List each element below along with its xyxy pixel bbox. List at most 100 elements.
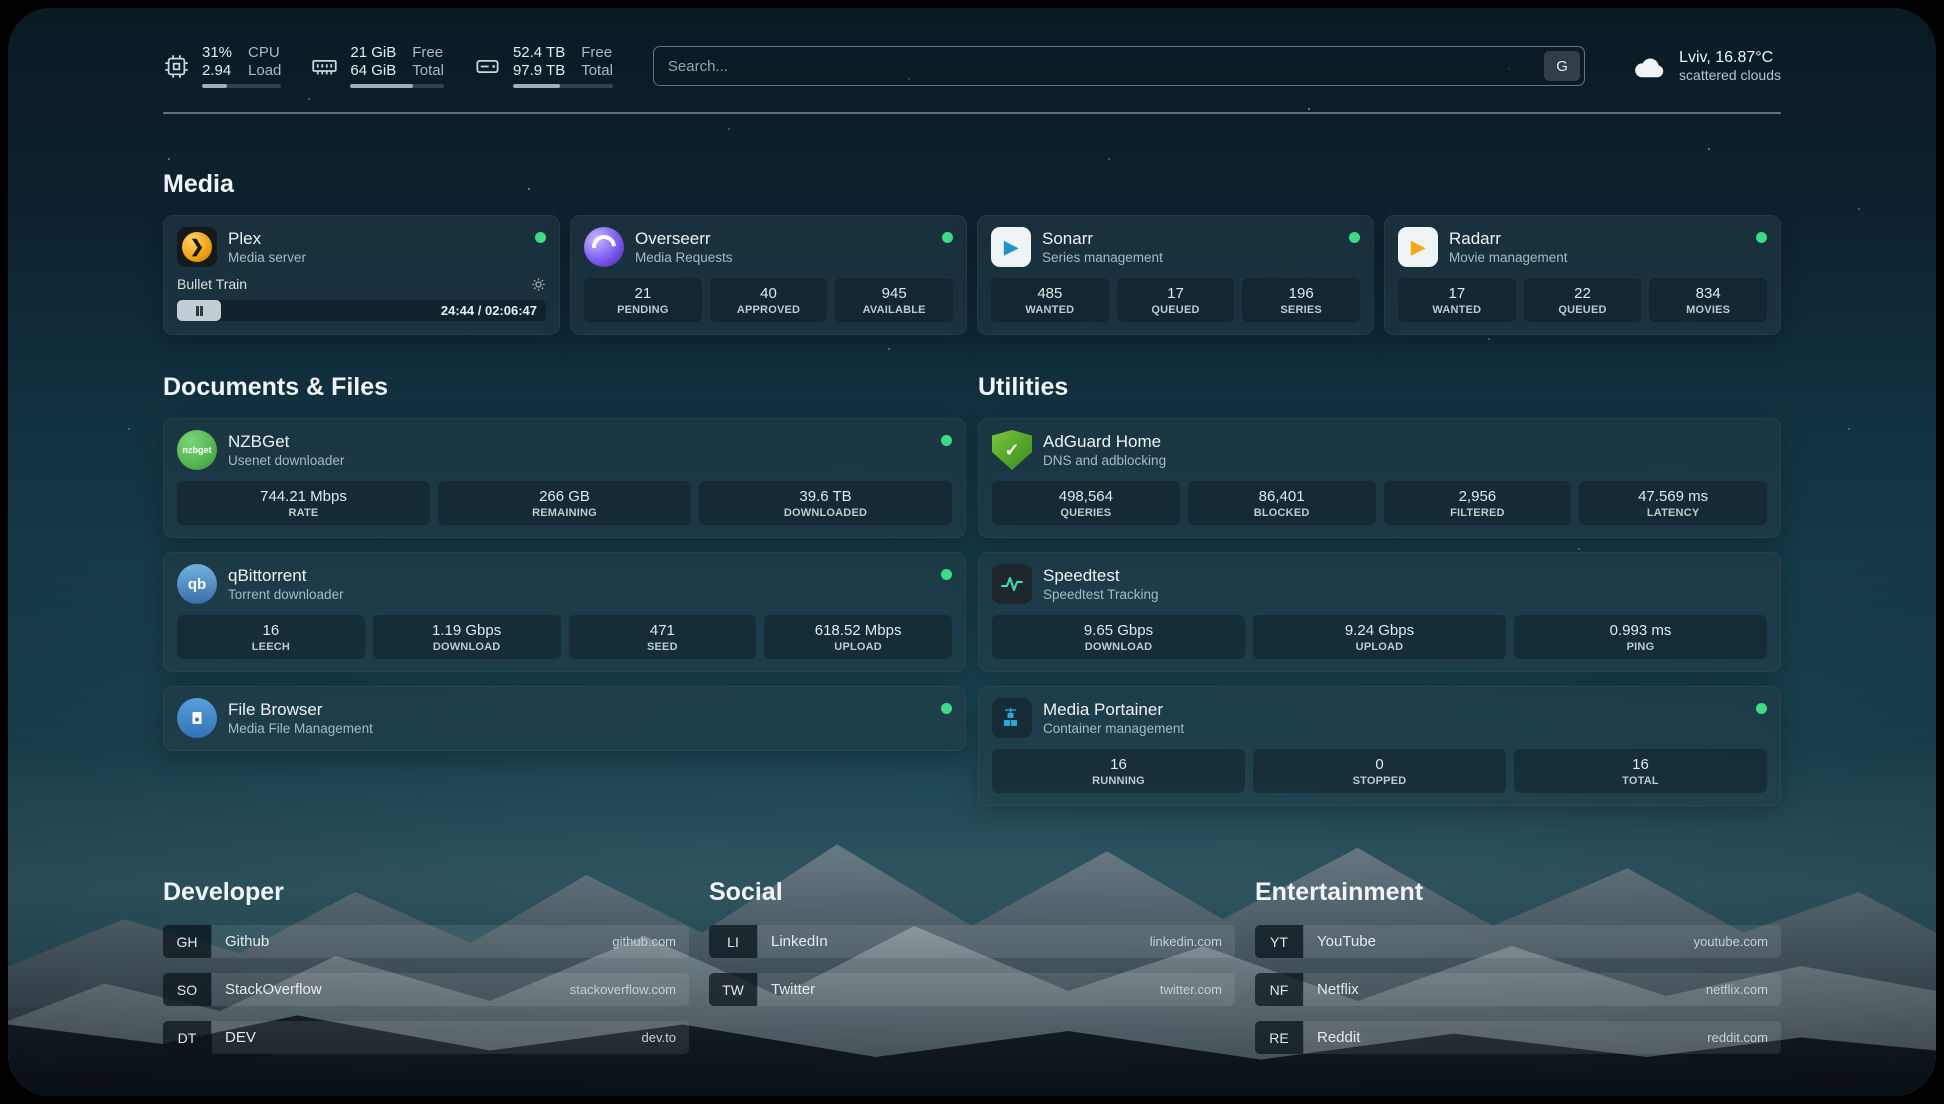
memory-free-value: 21 GiB — [350, 44, 396, 61]
section-title-developer: Developer — [163, 878, 689, 907]
stat-filtered: 2,956 FILTERED — [1384, 481, 1572, 525]
filebrowser-meta: File Browser Media File Management — [228, 700, 930, 736]
memory-total-value: 64 GiB — [350, 62, 396, 79]
memory-progress-fill — [350, 84, 413, 88]
stat-queued: 17 QUEUED — [1117, 278, 1235, 322]
disk-total-label: Total — [581, 62, 613, 79]
bookmark-abbr: LI — [709, 925, 757, 958]
radarr-title[interactable]: Radarr — [1449, 229, 1745, 249]
stat-approved: 40 APPROVED — [710, 278, 828, 322]
stat-leech: 16 LEECH — [177, 615, 365, 659]
bookmark-abbr: SO — [163, 973, 211, 1006]
service-card-sonarr[interactable]: ▶ Sonarr Series management 485 WANTED 17… — [977, 215, 1374, 335]
filebrowser-icon — [177, 698, 217, 738]
stat-download: 1.19 Gbps DOWNLOAD — [373, 615, 561, 659]
section-title-entertainment: Entertainment — [1255, 878, 1781, 907]
bookmark-linkedin[interactable]: LI LinkedIn linkedin.com — [709, 925, 1235, 958]
stat-upload: 618.52 Mbps UPLOAD — [764, 615, 952, 659]
portainer-title[interactable]: Media Portainer — [1043, 700, 1745, 720]
search-input[interactable] — [653, 46, 1585, 86]
portainer-icon — [992, 698, 1032, 738]
bookmark-reddit[interactable]: RE Reddit reddit.com — [1255, 1021, 1781, 1054]
stat-rate: 744.21 Mbps RATE — [177, 481, 430, 525]
gear-icon[interactable] — [531, 277, 546, 292]
plex-now-playing-widget: Bullet Train 24:44 / 02:06:47 — [177, 276, 546, 321]
stat-queries: 498,564 QUERIES — [992, 481, 1180, 525]
bookmark-abbr: NF — [1255, 973, 1303, 1006]
qbittorrent-title[interactable]: qBittorrent — [228, 566, 930, 586]
memory-icon — [311, 53, 338, 80]
homelab-dashboard: 31% CPU 2.94 Load — [8, 8, 1936, 1096]
bookmark-name: YouTube — [1317, 933, 1376, 950]
bookmarks-area: Developer GH Github github.com SO StackO… — [163, 878, 1781, 1069]
service-card-radarr[interactable]: ▶ Radarr Movie management 17 WANTED 22 Q… — [1384, 215, 1781, 335]
plex-progress-bar[interactable]: 24:44 / 02:06:47 — [177, 300, 546, 321]
bookmark-stackoverflow[interactable]: SO StackOverflow stackoverflow.com — [163, 973, 689, 1006]
bookmark-abbr: RE — [1255, 1021, 1303, 1054]
bookmark-twitter[interactable]: TW Twitter twitter.com — [709, 973, 1235, 1006]
stat-stopped: 0 STOPPED — [1253, 749, 1506, 793]
stat-upload: 9.24 Gbps UPLOAD — [1253, 615, 1506, 659]
weather-text: Lviv, 16.87°C scattered clouds — [1679, 49, 1781, 83]
pause-button[interactable] — [177, 300, 221, 321]
service-card-qbittorrent[interactable]: qb qBittorrent Torrent downloader 16 LEE… — [163, 552, 966, 672]
cpu-icon — [163, 53, 190, 80]
pause-icon — [196, 306, 203, 316]
bookmark-youtube[interactable]: YT YouTube youtube.com — [1255, 925, 1781, 958]
nzbget-title[interactable]: NZBGet — [228, 432, 930, 452]
bookmark-dev[interactable]: DT DEV dev.to — [163, 1021, 689, 1054]
bookmark-url: reddit.com — [1707, 1030, 1768, 1045]
bookmark-url: youtube.com — [1694, 934, 1768, 949]
radarr-status-dot — [1756, 232, 1767, 243]
speedtest-title[interactable]: Speedtest — [1043, 566, 1767, 586]
cpu-progress-fill — [202, 84, 227, 88]
weather-condition: scattered clouds — [1679, 67, 1781, 83]
service-card-portainer[interactable]: Media Portainer Container management 16 … — [978, 686, 1781, 806]
memory-monitor: 21 GiB Free 64 GiB Total — [311, 44, 444, 88]
service-card-nzbget[interactable]: nzbget NZBGet Usenet downloader 744.21 M… — [163, 418, 966, 538]
section-title-documents: Documents & Files — [163, 373, 966, 402]
overseerr-title[interactable]: Overseerr — [635, 229, 931, 249]
qbittorrent-icon: qb — [177, 564, 217, 604]
bookmark-url: netflix.com — [1706, 982, 1768, 997]
bookmark-url: twitter.com — [1160, 982, 1222, 997]
filebrowser-title[interactable]: File Browser — [228, 700, 930, 720]
service-card-filebrowser[interactable]: File Browser Media File Management — [163, 686, 966, 751]
speedtest-subtitle: Speedtest Tracking — [1043, 587, 1767, 602]
bookmark-github[interactable]: GH Github github.com — [163, 925, 689, 958]
plex-status-dot — [535, 232, 546, 243]
weather-widget[interactable]: Lviv, 16.87°C scattered clouds — [1631, 49, 1781, 83]
bookmark-netflix[interactable]: NF Netflix netflix.com — [1255, 973, 1781, 1006]
plex-title[interactable]: Plex — [228, 229, 524, 249]
disk-free-label: Free — [581, 44, 613, 61]
adguard-meta: AdGuard Home DNS and adblocking — [1043, 432, 1767, 468]
memory-total-label: Total — [412, 62, 444, 79]
sonarr-title[interactable]: Sonarr — [1042, 229, 1338, 249]
stat-downloaded: 39.6 TB DOWNLOADED — [699, 481, 952, 525]
bookmark-url: linkedin.com — [1150, 934, 1222, 949]
bookmark-abbr: GH — [163, 925, 211, 958]
portainer-stats: 16 RUNNING 0 STOPPED 16 TOTAL — [992, 749, 1767, 793]
search-bar: G — [653, 46, 1585, 86]
two-column-area: Documents & Files nzbget NZBGet Usenet d… — [163, 373, 1781, 806]
bookmark-url: github.com — [612, 934, 676, 949]
nzbget-subtitle: Usenet downloader — [228, 453, 930, 468]
bookmark-group-social: Social LI LinkedIn linkedin.com TW Twitt… — [709, 878, 1235, 1069]
service-card-plex[interactable]: ❯ Plex Media server Bullet Train — [163, 215, 560, 335]
speedtest-icon — [992, 564, 1032, 604]
bookmark-name: Netflix — [1317, 981, 1359, 998]
radarr-meta: Radarr Movie management — [1449, 229, 1745, 265]
bookmark-name: StackOverflow — [225, 981, 322, 998]
stat-pending: 21 PENDING — [584, 278, 702, 322]
radarr-icon: ▶ — [1398, 227, 1438, 267]
stat-available: 945 AVAILABLE — [835, 278, 953, 322]
nzbget-stats: 744.21 Mbps RATE 266 GB REMAINING 39.6 T… — [177, 481, 952, 525]
stat-seed: 471 SEED — [569, 615, 757, 659]
adguard-title[interactable]: AdGuard Home — [1043, 432, 1767, 452]
section-title-social: Social — [709, 878, 1235, 907]
service-card-overseerr[interactable]: Overseerr Media Requests 21 PENDING 40 A… — [570, 215, 967, 335]
search-provider-button[interactable]: G — [1544, 51, 1580, 81]
service-card-speedtest[interactable]: Speedtest Speedtest Tracking 9.65 Gbps D… — [978, 552, 1781, 672]
cpu-monitor: 31% CPU 2.94 Load — [163, 44, 281, 88]
service-card-adguard[interactable]: ✓ AdGuard Home DNS and adblocking 498,56… — [978, 418, 1781, 538]
